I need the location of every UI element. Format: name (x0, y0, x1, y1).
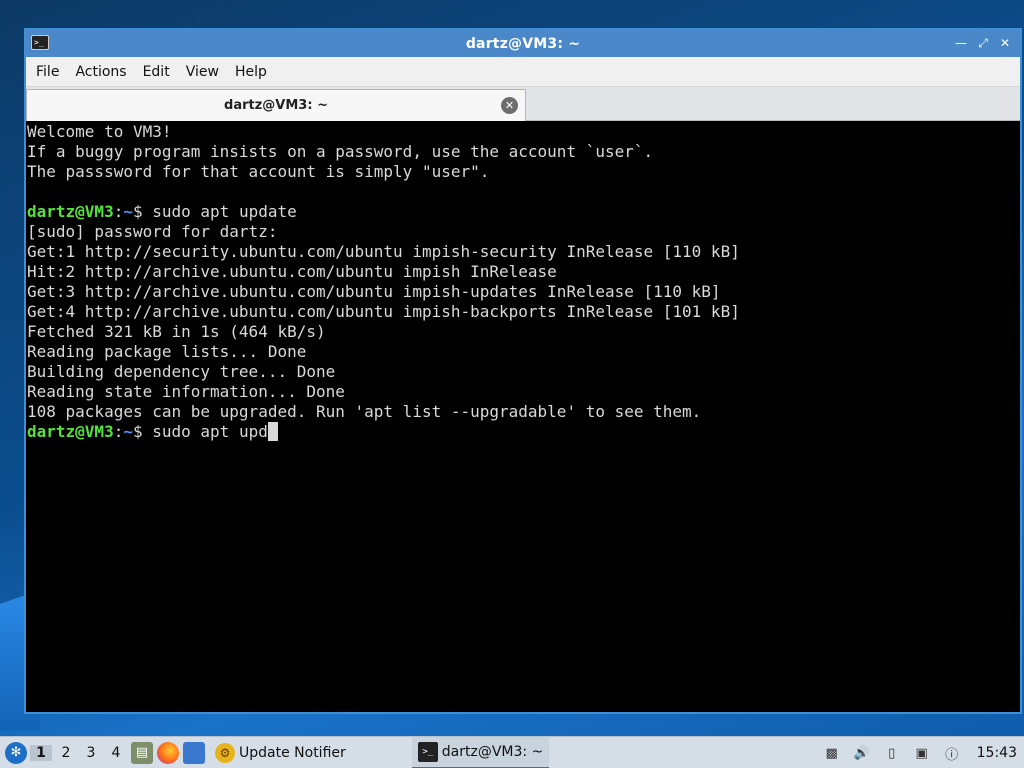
desktop-switch-2[interactable]: 2 (55, 745, 77, 761)
tab-label: dartz@VM3: ~ (224, 98, 328, 113)
clock[interactable]: 15:43 (977, 745, 1017, 761)
task-update-notifier[interactable]: ⚙ Update Notifier (209, 737, 352, 768)
taskbar: ✻ 1 2 3 4 ▤ ⚙ Update Notifier >_ dartz@V… (0, 736, 1024, 768)
output-line: Get:1 http://security.ubuntu.com/ubuntu … (27, 242, 740, 261)
desktop-switch-4[interactable]: 4 (105, 745, 127, 761)
update-info-icon[interactable]: ⓘ (942, 743, 962, 763)
terminal-icon: >_ (417, 741, 438, 762)
update-notifier-icon: ⚙ (215, 742, 235, 763)
prompt-line: dartz@VM3:~$ sudo apt update (27, 202, 297, 221)
close-icon[interactable]: ✕ (501, 97, 518, 114)
window-title: dartz@VM3: ~ (465, 35, 581, 52)
text-cursor (267, 422, 278, 441)
output-line: Welcome to VM3! (27, 122, 172, 141)
output-line: The passsword for that account is simply… (27, 162, 490, 181)
window-controls: — ⤢ ✕ (952, 34, 1014, 52)
prompt-user: dartz@VM3 (27, 202, 114, 221)
window-titlebar[interactable]: >_ dartz@VM3: ~ — ⤢ ✕ (26, 30, 1020, 57)
prompt-command: $ sudo apt upd (132, 422, 268, 441)
menu-edit[interactable]: Edit (135, 57, 178, 87)
menubar: File Actions Edit View Help (26, 57, 1020, 87)
desktop-switch-3[interactable]: 3 (80, 745, 102, 761)
menu-view[interactable]: View (178, 57, 227, 87)
minimize-icon[interactable]: — (952, 34, 970, 52)
prompt-user: dartz@VM3 (27, 422, 114, 441)
task-label: Update Notifier (239, 744, 346, 761)
firefox-icon[interactable] (157, 741, 179, 764)
output-line: Get:3 http://archive.ubuntu.com/ubuntu i… (27, 282, 721, 301)
tab-terminal[interactable]: dartz@VM3: ~ ✕ (26, 89, 526, 121)
file-manager-icon[interactable]: ▤ (131, 741, 153, 764)
network-icon[interactable]: ▣ (912, 743, 932, 763)
terminal-window: >_ dartz@VM3: ~ — ⤢ ✕ File Actions Edit … (24, 28, 1022, 714)
output-line: Get:4 http://archive.ubuntu.com/ubuntu i… (27, 302, 740, 321)
lubuntu-menu-icon[interactable]: ✻ (5, 741, 27, 764)
terminal-icon: >_ (31, 35, 49, 50)
output-line: Reading state information... Done (27, 382, 345, 401)
tab-bar: dartz@VM3: ~ ✕ (26, 87, 1020, 121)
prompt-path: ~ (123, 422, 133, 441)
maximize-icon[interactable]: ⤢ (974, 34, 992, 52)
output-line: Fetched 321 kB in 1s (464 kB/s) (27, 322, 326, 341)
prompt-command: $ sudo apt update (132, 202, 297, 221)
desktop-switch-1[interactable]: 1 (30, 744, 52, 761)
output-line: If a buggy program insists on a password… (27, 142, 654, 161)
task-terminal[interactable]: >_ dartz@VM3: ~ (411, 736, 550, 768)
output-line: [sudo] password for dartz: (27, 222, 278, 241)
prompt-line: dartz@VM3:~$ sudo apt upd (27, 422, 1019, 442)
clipboard-icon[interactable]: ▩ (822, 743, 842, 763)
show-desktop-icon[interactable] (183, 741, 205, 764)
output-line: Building dependency tree... Done (27, 362, 336, 381)
terminal-output[interactable]: Welcome to VM3! If a buggy program insist… (26, 121, 1020, 712)
menu-actions[interactable]: Actions (67, 57, 134, 87)
menu-help[interactable]: Help (227, 57, 275, 87)
output-line: Reading package lists... Done (27, 342, 307, 361)
output-line: 108 packages can be upgraded. Run 'apt l… (27, 402, 702, 421)
close-icon[interactable]: ✕ (996, 34, 1014, 52)
menu-file[interactable]: File (28, 57, 67, 87)
volume-icon[interactable]: 🔊 (852, 743, 872, 763)
output-line: Hit:2 http://archive.ubuntu.com/ubuntu i… (27, 262, 557, 281)
notes-icon[interactable]: ▯ (882, 743, 902, 763)
prompt-path: ~ (123, 202, 133, 221)
task-label: dartz@VM3: ~ (441, 743, 544, 760)
system-tray: ▩ 🔊 ▯ ▣ ⓘ 15:43 (817, 737, 1024, 768)
